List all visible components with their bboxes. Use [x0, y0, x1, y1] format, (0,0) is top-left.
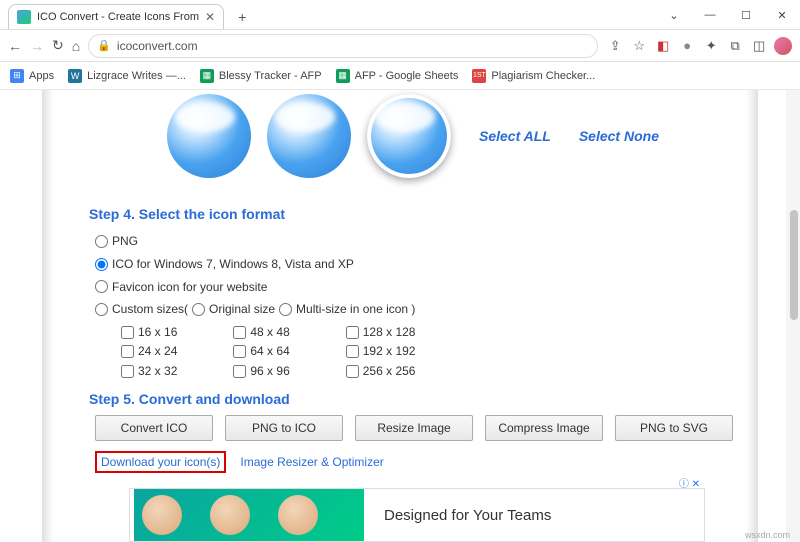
browser-titlebar: ICO Convert - Create Icons From ✕ + ⌄ — …: [0, 0, 800, 30]
radio-png[interactable]: [95, 235, 108, 248]
sheets-icon: ▦: [336, 69, 350, 83]
size-64[interactable]: 64 x 64: [233, 342, 289, 361]
address-bar[interactable]: 🔒 icoconvert.com: [88, 34, 598, 58]
url-text: icoconvert.com: [117, 39, 198, 53]
radio-favicon[interactable]: [95, 280, 108, 293]
tab-title: ICO Convert - Create Icons From: [37, 11, 199, 23]
radio-original[interactable]: [192, 303, 205, 316]
scrollbar-thumb[interactable]: [790, 210, 798, 320]
reader-icon[interactable]: ⧉: [726, 37, 744, 55]
window-minimize-icon[interactable]: —: [692, 1, 728, 29]
wordpress-icon: W: [68, 69, 82, 83]
bookmark-plagiarism[interactable]: 1STPlagiarism Checker...: [472, 69, 595, 83]
bookmark-star-icon[interactable]: ☆: [630, 37, 648, 55]
bookmark-lizgrace[interactable]: WLizgrace Writes —...: [68, 69, 186, 83]
action-buttons: Convert ICO PNG to ICO Resize Image Comp…: [95, 415, 745, 441]
extensions-icon[interactable]: ✦: [702, 37, 720, 55]
size-24[interactable]: 24 x 24: [121, 342, 177, 361]
download-link[interactable]: Download your icon(s): [95, 451, 226, 473]
icon-preview-2[interactable]: [267, 94, 351, 178]
format-options: PNG ICO for Windows 7, Windows 8, Vista …: [95, 230, 745, 321]
step4-title: Step 4. Select the icon format: [89, 206, 745, 222]
radio-multi[interactable]: [279, 303, 292, 316]
opt-png[interactable]: PNG: [95, 230, 745, 253]
radio-custom[interactable]: [95, 303, 108, 316]
icon-preview-1[interactable]: [167, 94, 251, 178]
apps-bookmark[interactable]: ⊞Apps: [10, 69, 54, 83]
forward-button[interactable]: →: [30, 36, 44, 56]
ad-banner[interactable]: ⓘ ✕ Designed for Your Teams: [129, 488, 705, 542]
ad-close-icon[interactable]: ⓘ ✕: [679, 475, 700, 490]
browser-tab[interactable]: ICO Convert - Create Icons From ✕: [8, 4, 224, 29]
ad-image: [134, 489, 364, 541]
extensions-area: ⇪ ☆ ◧ ● ✦ ⧉ ◫ ⋮: [606, 37, 800, 55]
back-button[interactable]: ←: [8, 36, 22, 56]
size-16[interactable]: 16 x 16: [121, 323, 177, 342]
size-checkboxes: 16 x 16 24 x 24 32 x 32 48 x 48 64 x 64 …: [121, 323, 745, 381]
ad-avatar-1: [142, 495, 182, 535]
window-close-icon[interactable]: ✕: [764, 1, 800, 29]
new-tab-button[interactable]: +: [230, 5, 254, 29]
icon-preview-row: Select ALL Select None: [55, 90, 745, 196]
size-192[interactable]: 192 x 192: [346, 342, 416, 361]
png-to-svg-button[interactable]: PNG to SVG: [615, 415, 733, 441]
apps-icon: ⊞: [10, 69, 24, 83]
bookmarks-bar: ⊞Apps WLizgrace Writes —... ▦Blessy Trac…: [0, 62, 800, 90]
share-icon[interactable]: ⇪: [606, 37, 624, 55]
ext-dot-icon[interactable]: ●: [678, 37, 696, 55]
1st-icon: 1ST: [472, 69, 486, 83]
lock-icon: 🔒: [97, 39, 111, 52]
step5-title: Step 5. Convert and download: [89, 391, 745, 407]
page-content: Select ALL Select None Step 4. Select th…: [0, 90, 800, 542]
convert-ico-button[interactable]: Convert ICO: [95, 415, 213, 441]
resize-image-button[interactable]: Resize Image: [355, 415, 473, 441]
select-all-link[interactable]: Select ALL: [479, 128, 551, 144]
browser-toolbar: ← → ↻ ⌂ 🔒 icoconvert.com ⇪ ☆ ◧ ● ✦ ⧉ ◫ ⋮: [0, 30, 800, 62]
icon-preview-3-selected[interactable]: [367, 94, 451, 178]
select-none-link[interactable]: Select None: [579, 128, 659, 144]
profile-avatar[interactable]: [774, 37, 792, 55]
scrollbar-track[interactable]: [786, 90, 800, 542]
radio-ico[interactable]: [95, 258, 108, 271]
ad-text: Designed for Your Teams: [384, 507, 551, 524]
window-controls: ⌄ — ☐ ✕: [656, 1, 800, 29]
sidepanel-icon[interactable]: ◫: [750, 37, 768, 55]
ad-avatar-2: [210, 495, 250, 535]
opt-ico[interactable]: ICO for Windows 7, Windows 8, Vista and …: [95, 253, 745, 276]
window-maximize-icon[interactable]: ☐: [728, 1, 764, 29]
size-32[interactable]: 32 x 32: [121, 362, 177, 381]
png-to-ico-button[interactable]: PNG to ICO: [225, 415, 343, 441]
tab-favicon: [17, 10, 31, 24]
shadow-right: [746, 90, 758, 542]
optimizer-link[interactable]: Image Resizer & Optimizer: [240, 455, 383, 469]
ad-avatar-3: [278, 495, 318, 535]
sheets-icon: ▦: [200, 69, 214, 83]
tab-close-icon[interactable]: ✕: [205, 10, 215, 24]
shadow-left: [42, 90, 54, 542]
result-links: Download your icon(s) Image Resizer & Op…: [95, 451, 745, 473]
compress-image-button[interactable]: Compress Image: [485, 415, 603, 441]
window-dropdown-icon[interactable]: ⌄: [656, 1, 692, 29]
opt-favicon[interactable]: Favicon icon for your website: [95, 276, 745, 299]
ublock-icon[interactable]: ◧: [654, 37, 672, 55]
bookmark-blessy[interactable]: ▦Blessy Tracker - AFP: [200, 69, 322, 83]
size-128[interactable]: 128 x 128: [346, 323, 416, 342]
size-48[interactable]: 48 x 48: [233, 323, 289, 342]
bookmark-afp[interactable]: ▦AFP - Google Sheets: [336, 69, 459, 83]
size-96[interactable]: 96 x 96: [233, 362, 289, 381]
reload-button[interactable]: ↻: [52, 36, 64, 56]
opt-custom[interactable]: Custom sizes( Original size Multi-size i…: [95, 298, 745, 321]
watermark: wsxdn.com: [745, 530, 790, 540]
home-button[interactable]: ⌂: [72, 36, 80, 56]
size-256[interactable]: 256 x 256: [346, 362, 416, 381]
